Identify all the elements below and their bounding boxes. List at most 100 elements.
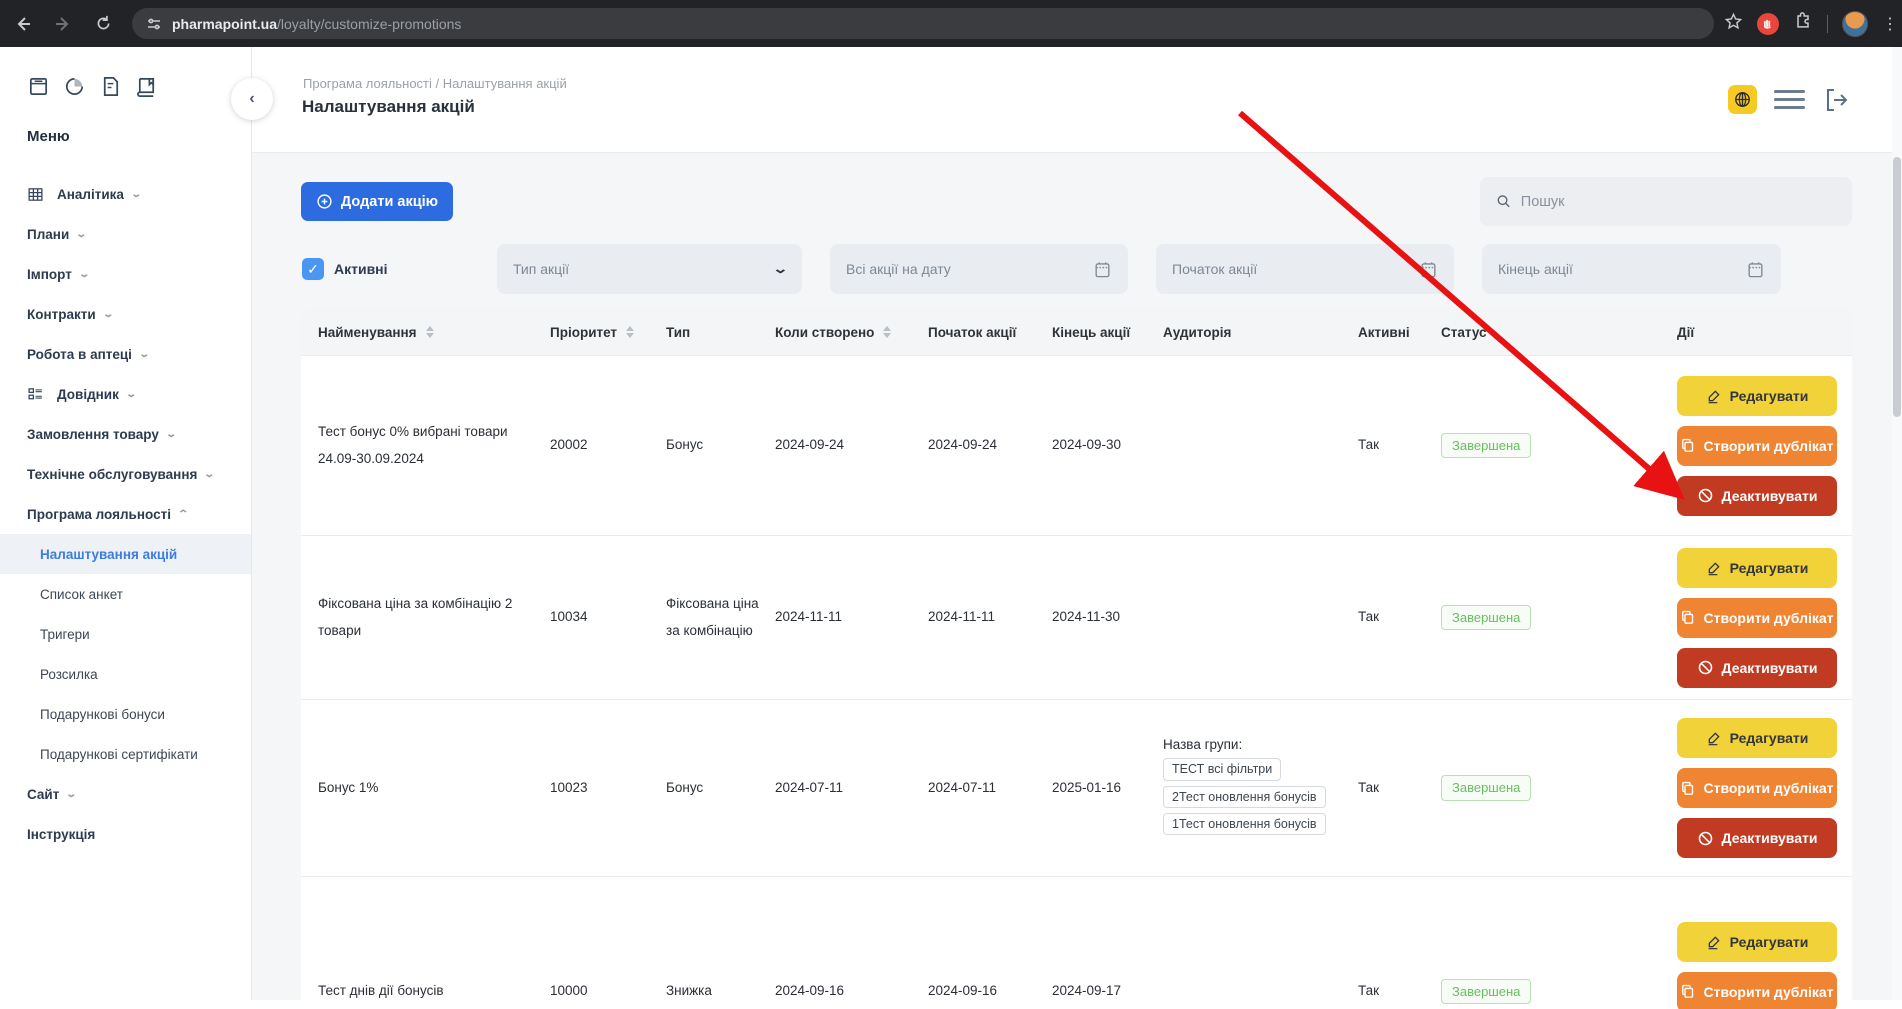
sidebar-item-Програма лояльності[interactable]: Програма лояльності⌃ (0, 494, 251, 534)
cell-priority: 10023 (550, 700, 666, 876)
pencil-icon (1706, 560, 1722, 576)
audience-group-chip: 2Тест оновлення бонусів (1163, 786, 1326, 808)
deactivate-button[interactable]: Деактивувати (1677, 648, 1837, 688)
browser-forward-button[interactable] (46, 7, 80, 41)
edit-button[interactable]: Редагувати (1677, 922, 1837, 962)
edit-button[interactable]: Редагувати (1677, 548, 1837, 588)
add-promotion-button[interactable]: Додати акцію (301, 182, 453, 221)
sidebar-subitem-Подарункові бонуси[interactable]: Подарункові бонуси (0, 694, 251, 734)
cell-active: Так (1358, 700, 1441, 876)
audience-group-chip: 1Тест оновлення бонусів (1163, 813, 1326, 835)
cell-active: Так (1358, 536, 1441, 699)
page-scrollbar[interactable] (1892, 47, 1902, 1000)
duplicate-button[interactable]: Створити дублікат (1677, 768, 1837, 808)
cell-active: Так (1358, 877, 1441, 1009)
column-header-label: Пріоритет (550, 325, 617, 340)
column-header-Коли створено[interactable]: Коли створено (775, 309, 928, 355)
grid-icon (27, 186, 44, 203)
sidebar-subitem-label: Список анкет (40, 587, 123, 602)
table-row: Тест бонус 0% вибрані товари 24.09-30.09… (301, 356, 1852, 536)
column-header-Кінець акції[interactable]: Кінець акції (1052, 309, 1163, 355)
column-header-Статус[interactable]: Статус (1441, 309, 1677, 355)
sidebar-item-label: Імпорт (27, 267, 72, 282)
sort-arrows-icon[interactable] (626, 326, 634, 338)
sidebar-item-Імпорт[interactable]: Імпорт⌄ (0, 254, 251, 294)
browser-menu-icon[interactable]: ⋮ (1882, 14, 1898, 34)
pencil-icon (1706, 730, 1722, 746)
column-header-Пріоритет[interactable]: Пріоритет (550, 309, 666, 355)
sidebar-subitem-Подарункові сертифікати[interactable]: Подарункові сертифікати (0, 734, 251, 774)
cell-priority: 20002 (550, 356, 666, 535)
sidebar-subitem-Тригери[interactable]: Тригери (0, 614, 251, 654)
sidebar-item-Технічне обслуговування[interactable]: Технічне обслуговування⌄ (0, 454, 251, 494)
language-globe-button[interactable] (1728, 85, 1757, 114)
column-header-Дії[interactable]: Дії (1677, 309, 1852, 355)
plus-circle-icon (316, 193, 333, 210)
column-header-Тип[interactable]: Тип (666, 309, 775, 355)
sort-arrows-icon[interactable] (883, 326, 891, 338)
sidebar-item-Замовлення товару[interactable]: Замовлення товару⌄ (0, 414, 251, 454)
column-header-label: Найменування (318, 325, 417, 340)
sidebar-item-Інструкція[interactable]: Інструкція (0, 814, 251, 854)
cell-name: Тест днів дії бонусів (301, 877, 550, 1009)
deactivate-button[interactable]: Деактивувати (1677, 818, 1837, 858)
search-box[interactable] (1480, 177, 1852, 226)
browser-reload-button[interactable] (86, 7, 120, 41)
sidebar-item-Контракти[interactable]: Контракти⌄ (0, 294, 251, 334)
status-badge: Завершена (1441, 775, 1531, 801)
deactivate-button-label: Деактивувати (1722, 660, 1818, 676)
table-body: Тест бонус 0% вибрані товари 24.09-30.09… (301, 356, 1852, 1009)
end-date-filter[interactable]: Кінець акції (1482, 244, 1781, 294)
edit-button[interactable]: Редагувати (1677, 718, 1837, 758)
sidebar-collapse-button[interactable]: ‹ (231, 78, 273, 120)
sidebar-item-label: Аналітика (57, 187, 124, 202)
sidebar-item-label: Довідник (57, 387, 119, 402)
sidebar-subitem-Розсилка[interactable]: Розсилка (0, 654, 251, 694)
adblock-extension-icon[interactable] (1757, 13, 1779, 35)
browser-profile-avatar[interactable] (1842, 11, 1868, 37)
copy-icon (1680, 610, 1695, 625)
cell-priority-text: 10034 (550, 604, 588, 630)
edit-button[interactable]: Редагувати (1677, 376, 1837, 416)
sidebar-item-Сайт[interactable]: Сайт⌄ (0, 774, 251, 814)
sidebar-item-Довідник[interactable]: Довідник⌄ (0, 374, 251, 414)
sidebar-subitem-label: Налаштування акцій (40, 547, 177, 562)
hamburger-menu-icon[interactable] (1774, 90, 1805, 109)
all-promotions-date-filter[interactable]: Всі акції на дату (830, 244, 1128, 294)
site-info-icon[interactable] (146, 16, 162, 32)
cell-end-date: 2024-09-17 (1052, 877, 1163, 1009)
duplicate-button[interactable]: Створити дублікат (1677, 598, 1837, 638)
page-title: Налаштування акцій (302, 97, 475, 117)
extensions-puzzle-icon[interactable] (1793, 11, 1813, 36)
deactivate-button[interactable]: Деактивувати (1677, 476, 1837, 516)
sidebar-item-Робота в аптеці[interactable]: Робота в аптеці⌄ (0, 334, 251, 374)
column-header-Активні[interactable]: Активні (1358, 309, 1441, 355)
sidebar-item-Плани[interactable]: Плани⌄ (0, 214, 251, 254)
start-date-filter[interactable]: Початок акції (1156, 244, 1454, 294)
cell-start-date: 2024-07-11 (928, 700, 1052, 876)
scrollbar-thumb[interactable] (1893, 157, 1901, 417)
sidebar-item-Аналітика[interactable]: Аналітика⌄ (0, 174, 251, 214)
column-header-Найменування[interactable]: Найменування (301, 309, 550, 355)
promotion-type-dropdown[interactable]: Тип акції ⌄ (497, 244, 802, 294)
chevron-up-icon: ⌃ (177, 509, 189, 520)
logout-icon[interactable] (1822, 86, 1850, 114)
sort-arrows-icon[interactable] (426, 326, 434, 338)
sidebar-subitem-Список анкет[interactable]: Список анкет (0, 574, 251, 614)
search-input[interactable] (1521, 194, 1836, 210)
cell-actions: РедагуватиСтворити дублікатДеактивувати (1677, 877, 1852, 1009)
duplicate-button[interactable]: Створити дублікат (1677, 972, 1837, 1009)
duplicate-button[interactable]: Створити дублікат (1677, 426, 1837, 466)
cell-actions: Редагувати Створити дублікат Деактивувати (1677, 700, 1852, 876)
copy-icon (1680, 984, 1695, 999)
address-bar[interactable]: pharmapoint.ua/loyalty/customize-promoti… (132, 8, 1714, 39)
active-filter-checkbox[interactable]: ✓ (302, 258, 324, 280)
bookmark-star-icon[interactable] (1724, 12, 1743, 36)
table-row: Тест днів дії бонусів10000Знижка2024-09-… (301, 877, 1852, 1009)
sidebar-subitem-Налаштування акцій[interactable]: Налаштування акцій (0, 534, 251, 574)
cell-type: Бонус (666, 700, 775, 876)
column-header-Початок акції[interactable]: Початок акції (928, 309, 1052, 355)
column-header-Аудиторія[interactable]: Аудиторія (1163, 309, 1358, 355)
cell-start-date-text: 2024-09-16 (928, 978, 997, 1004)
browser-back-button[interactable] (6, 7, 40, 41)
